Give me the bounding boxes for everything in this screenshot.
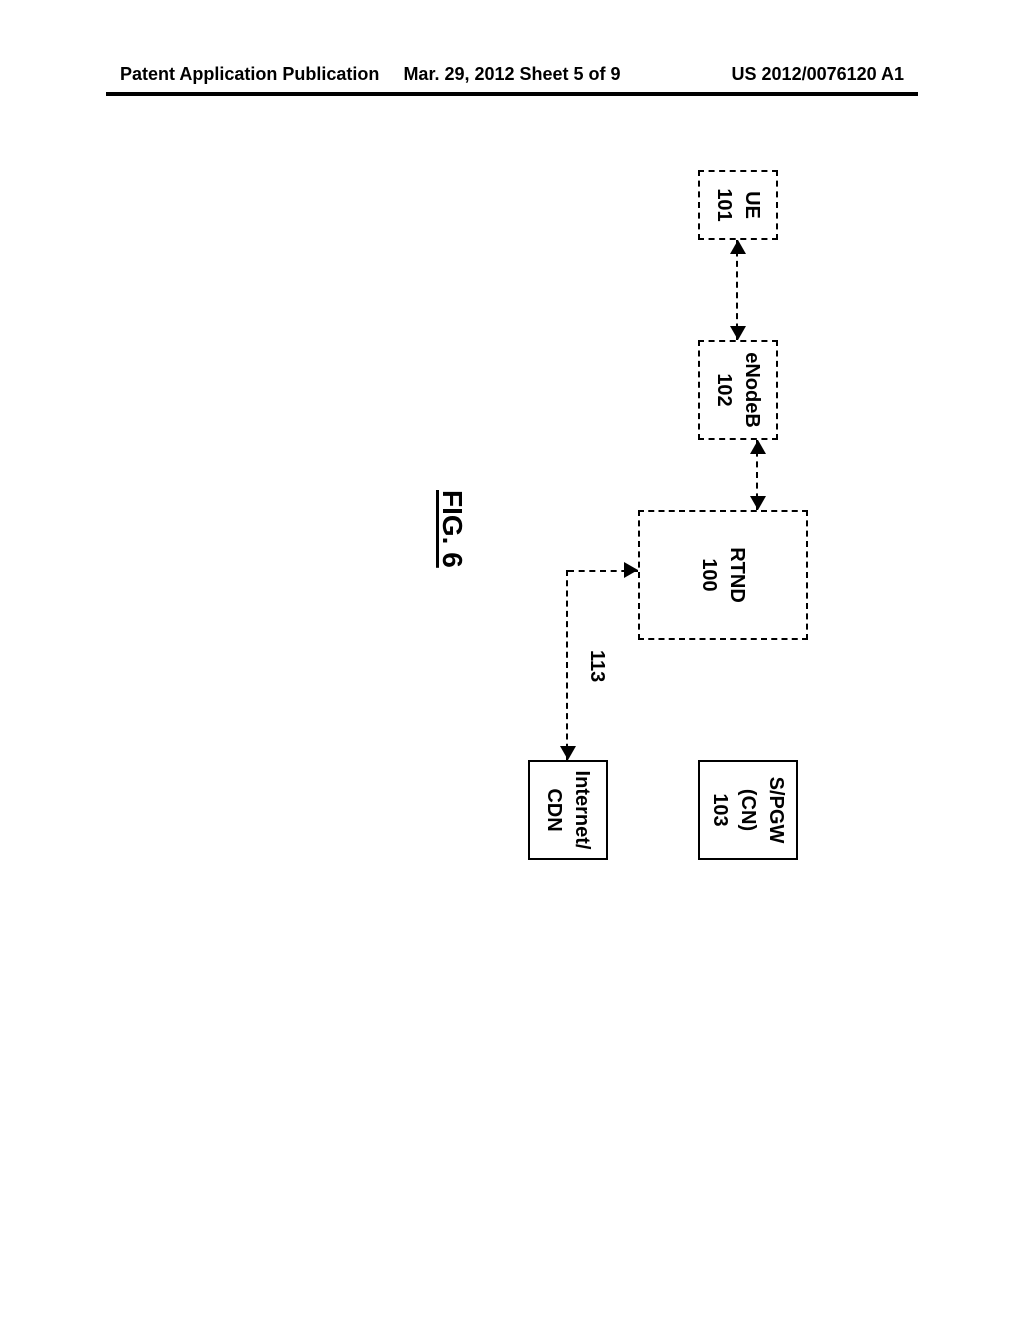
header-center: Mar. 29, 2012 Sheet 5 of 9 bbox=[403, 64, 620, 85]
figure-label: FIG. 6 bbox=[436, 490, 468, 568]
page-header: Patent Application Publication Mar. 29, … bbox=[0, 64, 1024, 94]
box-rtnd-ref: 100 bbox=[695, 558, 723, 591]
arrow-enodeb-rtnd-left bbox=[750, 440, 766, 454]
box-internet-line2: CDN bbox=[540, 788, 568, 831]
connector-rtnd-internet-label: 113 bbox=[585, 650, 608, 682]
arrow-rtnd-internet-right bbox=[560, 746, 576, 760]
diagram-rotated-frame: UE 101 eNodeB 102 RTND 100 S/PGW (CN) 10… bbox=[106, 170, 918, 870]
box-spgw: S/PGW (CN) 103 bbox=[698, 760, 798, 860]
box-rtnd: RTND 100 bbox=[638, 510, 808, 640]
arrow-ue-enodeb-right bbox=[730, 326, 746, 340]
drawing-area: UE 101 eNodeB 102 RTND 100 S/PGW (CN) 10… bbox=[106, 170, 918, 870]
box-enodeb: eNodeB 102 bbox=[698, 340, 778, 440]
box-rtnd-title: RTND bbox=[723, 547, 751, 603]
box-ue-title: UE bbox=[738, 191, 766, 219]
box-internet: Internet/ CDN bbox=[528, 760, 608, 860]
arrow-rtnd-internet-up bbox=[624, 562, 638, 578]
arrow-enodeb-rtnd-right bbox=[750, 496, 766, 510]
box-spgw-title: S/PGW bbox=[762, 777, 790, 844]
header-left: Patent Application Publication bbox=[120, 64, 379, 85]
box-internet-line1: Internet/ bbox=[568, 771, 596, 850]
connector-rtnd-internet-horiz bbox=[566, 570, 568, 760]
header-divider bbox=[106, 92, 918, 96]
box-enodeb-ref: 102 bbox=[710, 373, 738, 406]
box-ue-ref: 101 bbox=[710, 188, 738, 221]
connector-ue-enodeb bbox=[736, 240, 738, 340]
box-ue: UE 101 bbox=[698, 170, 778, 240]
box-spgw-ref: 103 bbox=[706, 793, 734, 826]
header-right: US 2012/0076120 A1 bbox=[732, 64, 904, 85]
box-spgw-sub: (CN) bbox=[734, 789, 762, 831]
box-enodeb-title: eNodeB bbox=[738, 352, 766, 428]
arrow-ue-enodeb-left bbox=[730, 240, 746, 254]
